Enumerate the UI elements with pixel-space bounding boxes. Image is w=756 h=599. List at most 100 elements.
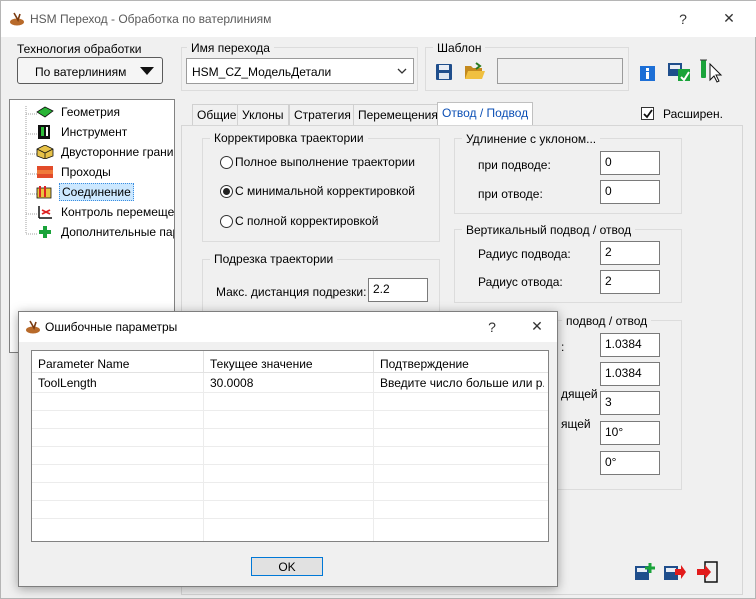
vertical-approach-input[interactable]: 2 [600, 241, 660, 265]
slope-approach-input[interactable]: 0 [600, 151, 660, 175]
dialog-title: Ошибочные параметры [45, 320, 178, 334]
tree-item-label: Проходы [61, 164, 111, 179]
title-bar: HSM Переход - Обработка по ватерлиниям ?… [1, 1, 756, 37]
exit-icon[interactable] [695, 560, 719, 584]
table-cell[interactable]: ToolLength [32, 374, 204, 392]
row-divider [32, 392, 548, 393]
extended-label: Расширен. [663, 107, 723, 121]
tree-item-label: Двусторонние границы [61, 144, 174, 159]
vertical-retract-label: Радиус отвода: [478, 275, 563, 289]
tree-item-motion-control[interactable]: Контроль перемещений [36, 204, 175, 222]
traj-correction-title: Корректировка траектории [210, 131, 368, 145]
open-folder-icon[interactable] [464, 62, 486, 81]
tree-item-link[interactable]: Соединение [36, 182, 134, 202]
max-trim-label: Макс. дистанция подрезки: [216, 285, 367, 299]
horizontal-row5-input[interactable]: 0° [600, 451, 660, 475]
tab-slopes[interactable]: Уклоны [237, 104, 289, 125]
extended-checkbox[interactable] [641, 107, 654, 120]
geometry-icon [36, 106, 54, 118]
tool-pointer-icon[interactable] [698, 58, 724, 84]
horizontal-title: подвод / отвод [562, 314, 652, 328]
row-divider [32, 482, 548, 483]
tab-strategy[interactable]: Стратегия [289, 104, 356, 125]
table-cell[interactable]: Введите число больше или р... [374, 374, 544, 392]
max-trim-input[interactable]: 2.2 [368, 278, 428, 302]
radio-full-correction[interactable] [220, 215, 233, 228]
tree-item-tool[interactable]: Инструмент [36, 124, 129, 142]
row-divider [32, 500, 548, 501]
error-dialog: Ошибочные параметры ? ✕ Parameter Name Т… [18, 311, 558, 587]
name-combo-value: HSM_CZ_МодельДетали [192, 65, 332, 79]
app-icon [10, 12, 24, 26]
tool-icon [38, 124, 50, 139]
horizontal-row4-input[interactable]: 10° [600, 421, 660, 445]
horizontal-row1-input[interactable]: 1.0384 [600, 333, 660, 357]
radio-min-correction-label: С минимальной корректировкой [235, 184, 415, 198]
vertical-retract-input[interactable]: 2 [600, 270, 660, 294]
machine-save-icon[interactable] [666, 59, 692, 83]
app-icon [26, 320, 40, 334]
chevron-down-icon [397, 68, 407, 74]
add-operation-icon[interactable] [634, 561, 656, 583]
link-icon [36, 185, 52, 199]
name-combo[interactable]: HSM_CZ_МодельДетали [186, 58, 414, 84]
close-button[interactable]: ✕ [717, 10, 741, 27]
tree-item-bounds[interactable]: Двусторонние границы [36, 144, 174, 162]
row-divider [32, 410, 548, 411]
horizontal-row4-label: ящей [561, 417, 591, 431]
slope-retract-input[interactable]: 0 [600, 180, 660, 204]
tech-label: Технология обработки [17, 42, 142, 56]
save-icon[interactable] [435, 63, 453, 81]
tab-general[interactable]: Общие [192, 104, 242, 125]
column-header-parameter[interactable]: Parameter Name [32, 351, 204, 373]
radio-min-correction[interactable] [220, 185, 233, 198]
column-header-confirmation[interactable]: Подтверждение [374, 351, 548, 373]
tree-item-label: Инструмент [61, 124, 128, 139]
info-icon[interactable] [640, 66, 655, 81]
tab-retract-approach[interactable]: Отвод / Подвод [437, 102, 534, 125]
tech-dropdown-value: По ватерлиниям [35, 65, 127, 79]
chevron-down-icon [140, 67, 154, 75]
tree-item-label: Контроль перемещений [61, 204, 175, 219]
dialog-help-button[interactable]: ? [480, 319, 504, 335]
radio-full-trajectory-label: Полное выполнение траектории [235, 155, 415, 169]
row-divider [32, 428, 548, 429]
ok-button[interactable]: OK [251, 557, 323, 576]
dialog-close-button[interactable]: ✕ [525, 318, 549, 335]
tree-item-geometry[interactable]: Геометрия [36, 104, 122, 122]
column-divider [203, 373, 204, 541]
tree-item-label: Дополнительные параметры [61, 224, 174, 239]
vertical-title: Вертикальный подвод / отвод [462, 223, 636, 237]
check-icon [643, 109, 653, 119]
tab-movements[interactable]: Перемещения [353, 104, 443, 125]
template-label: Шаблон [433, 41, 486, 55]
tree-item-passes[interactable]: Проходы [36, 164, 113, 182]
passes-icon [37, 165, 53, 178]
help-button[interactable]: ? [671, 11, 695, 27]
horizontal-row1-label: : [561, 340, 565, 354]
radio-full-correction-label: С полной корректировкой [235, 214, 379, 228]
slope-approach-label: при подводе: [478, 158, 551, 172]
tech-dropdown[interactable]: По ватерлиниям [17, 57, 163, 84]
column-header-current-value[interactable]: Текущее значение [204, 351, 374, 373]
table-cell[interactable]: 30.0008 [204, 374, 374, 392]
row-divider [32, 446, 548, 447]
column-divider [373, 373, 374, 541]
horizontal-row3-label: дящей [561, 387, 598, 401]
row-divider [32, 518, 548, 519]
slope-retract-label: при отводе: [478, 187, 543, 201]
horizontal-row2-input[interactable]: 1.0384 [600, 362, 660, 386]
save-next-icon[interactable] [663, 561, 687, 583]
row-divider [32, 464, 548, 465]
tree-item-additional[interactable]: Дополнительные параметры [36, 224, 174, 242]
slope-ext-title: Удлинение с уклоном... [462, 132, 601, 146]
horizontal-row3-input[interactable]: 3 [600, 391, 660, 415]
traj-trim-title: Подрезка траектории [210, 252, 338, 266]
template-field[interactable] [497, 58, 623, 84]
error-grid: Parameter Name Текущее значение Подтверж… [31, 350, 549, 542]
tree-item-label: Геометрия [61, 104, 120, 119]
radio-full-trajectory[interactable] [220, 156, 233, 169]
dialog-title-bar: Ошибочные параметры ? ✕ [19, 312, 557, 342]
tree-item-label: Соединение [59, 182, 134, 201]
bounds-icon [36, 144, 54, 159]
